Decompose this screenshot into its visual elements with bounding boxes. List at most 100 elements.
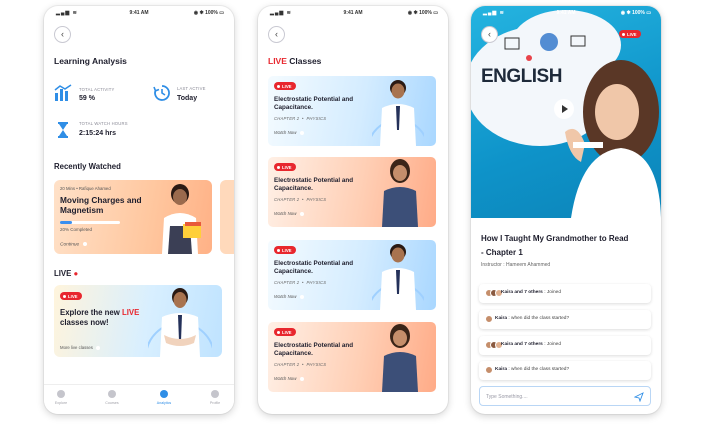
tab-courses[interactable]: Courses — [97, 390, 127, 405]
english-word-art: ENGLISH — [481, 66, 562, 87]
chat-text: Kaira : when did the class started? — [495, 316, 570, 321]
class-meta: CHAPTER 2 • PHYSICS — [274, 197, 327, 202]
total-activity-value: 59 % — [79, 95, 95, 102]
live-class-card[interactable]: LIVE Electrostatic Potential and Capacita… — [268, 157, 436, 227]
message-input[interactable] — [486, 391, 626, 403]
explore-live-card[interactable]: LIVE Explore the new LIVE classes now! M… — [54, 285, 222, 357]
battery-icon: ◉ ✱ 100% ▭ — [193, 10, 224, 16]
history-clock-icon — [153, 85, 170, 101]
tab-explore[interactable]: Explore — [46, 390, 76, 405]
girl-illustration — [565, 60, 661, 218]
tab-analytics[interactable]: Analytics — [149, 390, 179, 405]
teacher-illustration — [372, 80, 424, 146]
chat-message: Kaira : when did the class started? — [479, 361, 651, 380]
teacher-illustration — [148, 288, 212, 357]
arrow-icon — [299, 294, 304, 299]
class-meta: CHAPTER 2 • PHYSICS — [274, 116, 327, 121]
explore-text: Explore the new LIVE classes now! — [60, 308, 140, 327]
chat-message: Kaira and 7 others : Joined — [479, 336, 651, 355]
battery-icon: ◉ ✱ 100% ▭ — [407, 10, 438, 16]
class-title: Electrostatic Potential and Capacitance. — [274, 177, 354, 192]
last-active-label: LAST ACTIVE — [177, 86, 206, 91]
chat-text: Kaira : when did the class started? — [495, 367, 570, 372]
live-badge: LIVE — [619, 30, 641, 38]
status-bar: ▂▄▆ ≋ 9:41 AM ◉ ✱ 100% ▭ — [44, 6, 234, 20]
avatar — [485, 366, 493, 374]
book-icon — [108, 390, 116, 398]
live-badge: LIVE — [274, 82, 296, 90]
watch-now-link[interactable]: Watch Now — [274, 376, 304, 381]
continue-link[interactable]: Continue — [60, 242, 87, 247]
watch-now-link[interactable]: Watch Now — [274, 294, 304, 299]
chevron-left-icon: ‹ — [61, 29, 64, 39]
activity-chart-icon — [54, 84, 72, 101]
back-button[interactable]: ‹ — [268, 26, 285, 43]
course-title: Moving Charges and Magnetism — [60, 195, 142, 215]
live-classes-screen: ▂▄▆ ≋ 9:41 AM ◉ ✱ 100% ▭ ‹ LIVE Classes … — [258, 6, 448, 414]
video-title: How I Taught My Grandmother to Read - Ch… — [481, 234, 629, 257]
avatar — [485, 315, 493, 323]
live-badge: LIVE — [274, 246, 296, 254]
chat-text: Kaira and 7 others : Joined — [501, 290, 562, 295]
analytics-icon — [160, 390, 168, 398]
analytics-screen: ▂▄▆ ≋ 9:41 AM ◉ ✱ 100% ▭ ‹ Learning Anal… — [44, 6, 234, 414]
class-meta: CHAPTER 2 • PHYSICS — [274, 362, 327, 367]
course-completed-text: 20% Completed — [60, 227, 93, 232]
class-title: Electrostatic Potential and Capacitance. — [274, 342, 354, 357]
chat-text: Kaira and 7 others : Joined — [501, 342, 562, 347]
progress-fill — [60, 221, 72, 224]
arrow-icon — [299, 211, 304, 216]
live-class-card[interactable]: LIVE Electrostatic Potential and Capacita… — [268, 240, 436, 310]
next-course-card[interactable] — [220, 180, 234, 254]
instructor-name: Instructor : Hameem Ahammed — [481, 262, 551, 268]
recently-watched-title: Recently Watched — [54, 162, 121, 171]
live-class-card[interactable]: LIVE Electrostatic Potential and Capacita… — [268, 76, 436, 146]
message-box — [479, 386, 651, 406]
live-badge: LIVE — [274, 163, 296, 171]
watch-hours-value: 2:15:24 hrs — [79, 130, 116, 137]
bottom-tab-bar: Explore Courses Analytics Profile — [44, 384, 234, 414]
status-bar: ▂▄▆ ≋ 9:41 AM ◉ ✱ 100% ▭ — [258, 6, 448, 20]
compass-icon — [57, 390, 65, 398]
watch-now-link[interactable]: Watch Now — [274, 211, 304, 216]
last-active-value: Today — [177, 95, 198, 102]
chat-message: Kaira : when did the class started? — [479, 310, 651, 329]
total-activity-label: TOTAL ACTIVITY — [79, 87, 115, 92]
class-title: Electrostatic Potential and Capacitance. — [274, 96, 354, 111]
student-illustration — [162, 184, 201, 254]
arrow-icon — [299, 130, 304, 135]
chevron-left-icon: ‹ — [275, 29, 278, 39]
recent-course-card[interactable]: 20 Mins • Rafique Ahamed Moving Charges … — [54, 180, 212, 254]
live-badge: LIVE — [274, 328, 296, 336]
teacher-illustration — [382, 324, 418, 392]
class-title: Electrostatic Potential and Capacitance. — [274, 260, 354, 275]
play-button[interactable] — [554, 99, 574, 119]
live-video-screen: ENGLISH ▂▄▆ ≋ 9:41 AM ◉ ✱ 100% ▭ ‹ LIVE … — [471, 6, 661, 414]
watch-now-link[interactable]: Watch Now — [274, 130, 304, 135]
live-section-title: LIVE ● — [54, 269, 79, 278]
more-live-classes-link[interactable]: More live classes — [60, 345, 101, 350]
user-icon — [211, 390, 219, 398]
page-title: LIVE Classes — [268, 56, 322, 66]
page-title: Learning Analysis — [54, 56, 127, 66]
course-meta: 20 Mins • Rafique Ahamed — [60, 186, 111, 191]
status-bar: ▂▄▆ ≋ 9:41 AM ◉ ✱ 100% ▭ — [471, 6, 661, 20]
send-icon[interactable] — [634, 392, 644, 402]
teacher-illustration — [382, 159, 418, 227]
live-badge: LIVE — [60, 292, 82, 300]
arrow-icon — [96, 345, 101, 350]
arrow-icon — [299, 376, 304, 381]
chevron-left-icon: ‹ — [488, 29, 491, 39]
course-progress-bar — [60, 221, 120, 224]
tab-profile[interactable]: Profile — [200, 390, 230, 405]
chat-message: Kaira and 7 others : Joined — [479, 284, 651, 303]
back-button[interactable]: ‹ — [481, 26, 498, 43]
live-dot-icon: ● — [73, 269, 79, 278]
live-class-card[interactable]: LIVE Electrostatic Potential and Capacita… — [268, 322, 436, 392]
watch-hours-label: TOTAL WATCH HOURS — [79, 121, 128, 126]
class-meta: CHAPTER 2 • PHYSICS — [274, 280, 327, 285]
arrow-icon — [82, 242, 87, 246]
back-button[interactable]: ‹ — [54, 26, 71, 43]
teacher-illustration — [372, 244, 424, 310]
battery-icon: ◉ ✱ 100% ▭ — [620, 10, 651, 16]
